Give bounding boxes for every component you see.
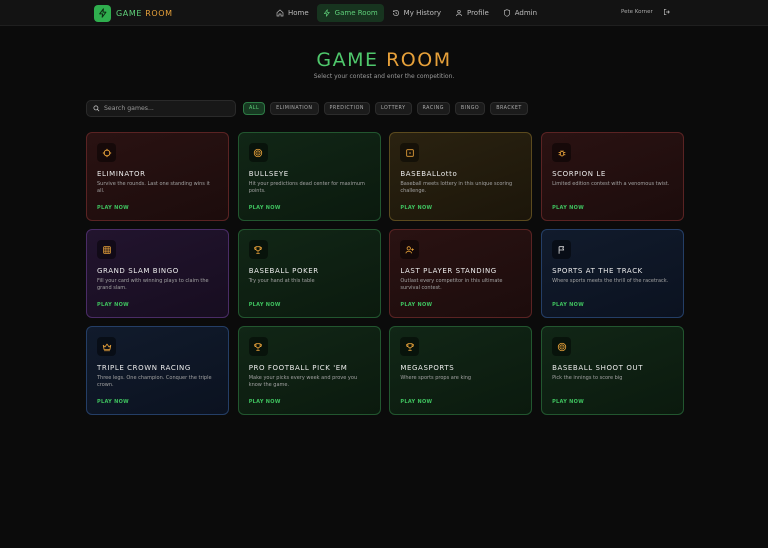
game-description: Fill your card with winning plays to cla…: [97, 278, 209, 291]
game-card-megasports[interactable]: MEGASPORTS Where sports props are king P…: [389, 326, 533, 415]
game-description: Make your picks every week and prove you…: [248, 375, 358, 388]
crosshair-icon: [97, 143, 116, 162]
trophy-icon: [400, 337, 420, 356]
filter-chips: ALL ELIMINATION PREDICTION LOTTERY RACIN…: [243, 102, 528, 115]
game-description: Where sports meets the thrill of the rac…: [552, 278, 669, 284]
play-now-link[interactable]: PLAY NOW: [249, 205, 281, 211]
play-now-link[interactable]: PLAY NOW: [400, 302, 432, 308]
game-description: Survive the rounds. Last one standing wi…: [97, 181, 210, 194]
ticket-icon: [400, 143, 420, 162]
game-title: ELIMINATOR: [97, 170, 146, 178]
lightning-icon: [94, 4, 111, 22]
game-title: SPORTS AT THE TRACK: [552, 267, 643, 275]
game-grid: ELIMINATOR Survive the rounds. Last one …: [86, 132, 685, 415]
game-title: MEGASPORTS: [400, 364, 455, 372]
filter-bracket[interactable]: BRACKET: [490, 102, 528, 115]
flag-icon: [552, 240, 572, 259]
game-card-triple-crown-racing[interactable]: TRIPLE CROWN RACING Three legs. One cham…: [86, 326, 229, 415]
game-title: SCORPION LE: [552, 170, 606, 178]
game-title: BASEBALL SHOOT OUT: [552, 364, 644, 372]
shield-icon: [503, 9, 510, 17]
play-now-link[interactable]: PLAY NOW: [97, 205, 129, 211]
game-card-scorpion-le[interactable]: SCORPION LE Limited edition contest with…: [541, 132, 685, 221]
filter-prediction[interactable]: PREDICTION: [323, 102, 370, 115]
nav-admin[interactable]: Admin: [497, 4, 543, 22]
brand-logo[interactable]: GAME ROOM: [94, 4, 173, 22]
game-title: BASEBALLotto: [400, 170, 458, 178]
filter-racing[interactable]: RACING: [416, 102, 450, 115]
play-now-link[interactable]: PLAY NOW: [97, 302, 129, 308]
search-input[interactable]: [104, 105, 224, 112]
nav-profile[interactable]: Profile: [449, 4, 495, 22]
game-card-baseball-poker[interactable]: BASEBALL POKER Try your hand at this tab…: [237, 229, 381, 318]
nav-links: Home Game Room My History Profile Admin: [270, 4, 543, 22]
game-title: BASEBALL POKER: [248, 267, 319, 275]
game-title: BULLSEYE: [248, 170, 289, 178]
page-title: GAME ROOM: [316, 49, 452, 71]
history-icon: [392, 10, 399, 16]
game-card-grand-slam-bingo[interactable]: GRAND SLAM BINGO Fill your card with win…: [86, 229, 229, 318]
game-card-sports-at-the-track[interactable]: SPORTS AT THE TRACK Where sports meets t…: [541, 229, 685, 318]
nav-my-history[interactable]: My History: [386, 4, 447, 22]
play-now-link[interactable]: PLAY NOW: [552, 302, 584, 308]
target-icon: [552, 337, 572, 356]
target-icon: [248, 143, 268, 162]
top-navbar: GAME ROOM Home Game Room My History Prof…: [0, 0, 768, 26]
play-now-link[interactable]: PLAY NOW: [400, 205, 432, 211]
game-description: Where sports props are king: [400, 375, 472, 381]
nav-admin-label: Admin: [514, 9, 538, 17]
user-name: Pete Korner: [621, 9, 653, 15]
page-subtitle: Select your contest and enter the compet…: [313, 73, 455, 80]
nav-my-history-label: My History: [403, 9, 441, 17]
trophy-icon: [248, 240, 268, 259]
grid-icon: [97, 240, 116, 259]
filter-lottery[interactable]: LOTTERY: [374, 102, 412, 115]
game-description: Three legs. One champion. Conquer the tr…: [97, 375, 212, 388]
game-title: PRO FOOTBALL PICK 'EM: [248, 364, 348, 372]
nav-home-label: Home: [288, 9, 309, 17]
search-box[interactable]: [86, 100, 236, 117]
game-card-baseballotto[interactable]: BASEBALLotto Baseball meets lottery in t…: [389, 132, 533, 221]
filter-bingo[interactable]: BINGO: [454, 102, 486, 115]
nav-profile-label: Profile: [466, 9, 489, 17]
play-now-link[interactable]: PLAY NOW: [552, 205, 584, 211]
game-description: Baseball meets lottery in this unique sc…: [400, 181, 513, 194]
lightning-icon: [323, 9, 330, 17]
bug-icon: [552, 143, 572, 162]
filter-elimination[interactable]: ELIMINATION: [270, 102, 319, 115]
game-card-bullseye[interactable]: BULLSEYE Hit your predictions dead cente…: [237, 132, 381, 221]
brand-name: GAME ROOM: [116, 8, 173, 18]
filter-all[interactable]: ALL: [243, 102, 266, 115]
trophy-icon: [248, 337, 268, 356]
play-now-link[interactable]: PLAY NOW: [552, 399, 584, 405]
user-icon: [455, 10, 462, 17]
play-now-link[interactable]: PLAY NOW: [400, 399, 432, 405]
game-title: TRIPLE CROWN RACING: [97, 364, 191, 372]
search-icon: [93, 105, 100, 112]
nav-game-room-label: Game Room: [334, 9, 378, 17]
nav-game-room[interactable]: Game Room: [316, 4, 384, 22]
game-card-pro-football-pick-em[interactable]: PRO FOOTBALL PICK 'EM Make your picks ev…: [237, 326, 381, 415]
crown-icon: [97, 337, 116, 356]
play-now-link[interactable]: PLAY NOW: [97, 399, 129, 405]
game-card-baseball-shoot-out[interactable]: BASEBALL SHOOT OUT Pick the innings to s…: [541, 326, 685, 415]
user-plus-icon: [400, 240, 420, 259]
play-now-link[interactable]: PLAY NOW: [249, 302, 281, 308]
game-card-last-player-standing[interactable]: LAST PLAYER STANDING Outlast every compe…: [389, 229, 533, 318]
game-description: Outlast every competitor in this ultimat…: [400, 278, 503, 291]
game-title: LAST PLAYER STANDING: [400, 267, 497, 275]
game-description: Try your hand at this table: [248, 278, 315, 284]
logout-icon[interactable]: [663, 8, 671, 16]
game-title: GRAND SLAM BINGO: [97, 267, 179, 275]
play-now-link[interactable]: PLAY NOW: [249, 399, 281, 405]
nav-home[interactable]: Home: [270, 4, 315, 22]
game-description: Hit your predictions dead center for max…: [248, 181, 365, 194]
game-card-eliminator[interactable]: ELIMINATOR Survive the rounds. Last one …: [86, 132, 229, 221]
game-description: Limited edition contest with a venomous …: [552, 181, 670, 187]
game-description: Pick the innings to score big: [552, 375, 623, 381]
home-icon: [276, 9, 284, 17]
